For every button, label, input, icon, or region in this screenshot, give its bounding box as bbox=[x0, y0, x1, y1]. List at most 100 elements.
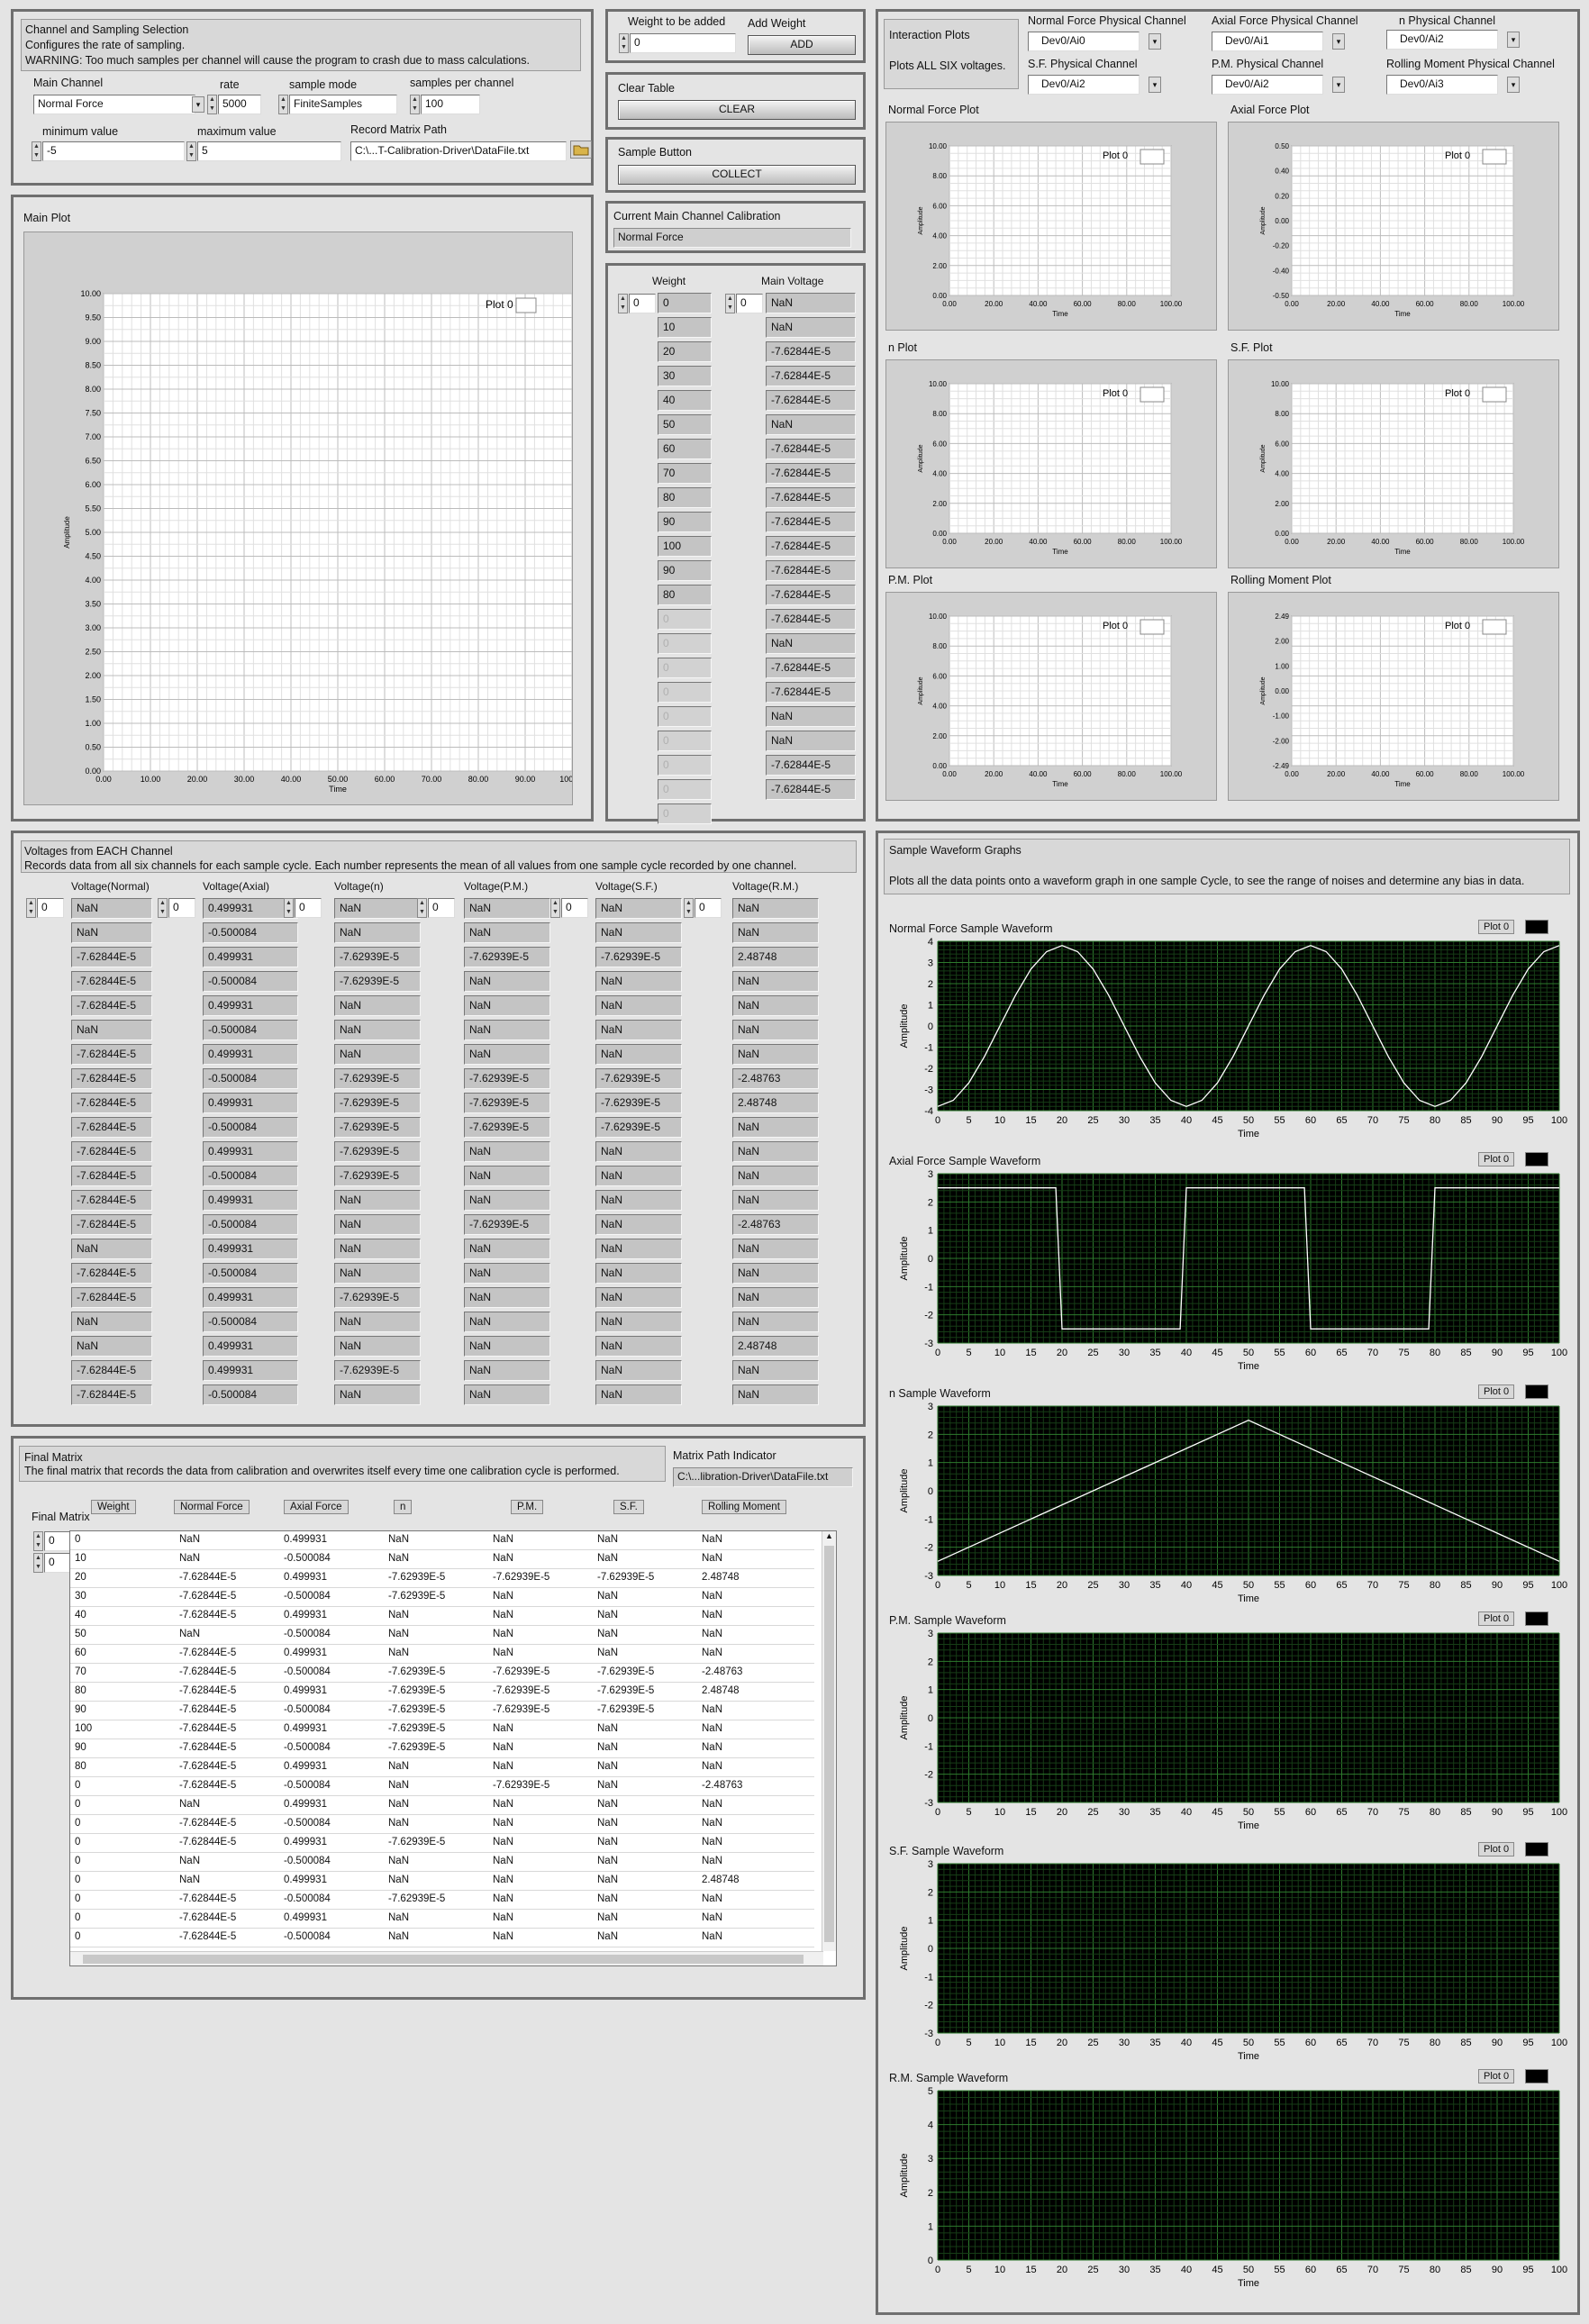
weight-cell[interactable]: 50 bbox=[658, 414, 712, 435]
sf-channel-dropdown-icon[interactable]: ▾ bbox=[1149, 77, 1161, 93]
weight-cell[interactable]: 30 bbox=[658, 366, 712, 386]
n-channel-select[interactable]: Dev0/Ai2 bbox=[1386, 30, 1498, 50]
weight-cell[interactable]: 60 bbox=[658, 439, 712, 459]
weight-cell[interactable]: 0 bbox=[658, 779, 712, 800]
mini-plot-legend[interactable]: Plot 0 bbox=[1445, 621, 1470, 631]
waveform-legend[interactable]: Plot 0 bbox=[1478, 1384, 1515, 1399]
weight-cell[interactable]: 0 bbox=[658, 658, 712, 678]
voltage-index-spinner-icon[interactable]: ▲ ▼ bbox=[550, 898, 560, 918]
sample-mode-spinner-icon[interactable]: ▲ ▼ bbox=[278, 95, 288, 114]
nf-channel-dropdown-icon[interactable]: ▾ bbox=[1149, 33, 1161, 50]
legend-swatch-icon[interactable] bbox=[1525, 1152, 1548, 1167]
waveform-legend[interactable]: Plot 0 bbox=[1478, 1842, 1515, 1856]
table-row[interactable]: 10 NaN -0.500084 NaN NaN NaN NaN bbox=[70, 1550, 814, 1569]
table-row[interactable]: 0 NaN 0.499931 NaN NaN NaN NaN bbox=[70, 1796, 814, 1815]
min-spinner-icon[interactable]: ▲ ▼ bbox=[32, 141, 41, 161]
main-channel-dropdown-icon[interactable]: ▾ bbox=[192, 96, 204, 113]
legend-swatch-icon[interactable] bbox=[1525, 1842, 1548, 1856]
weight-cell[interactable]: 40 bbox=[658, 390, 712, 411]
matrix-row-spinner-icon[interactable]: ▲ ▼ bbox=[33, 1531, 43, 1551]
voltage-index-spinner-icon[interactable]: ▲ ▼ bbox=[684, 898, 694, 918]
weight-cell[interactable]: 100 bbox=[658, 536, 712, 557]
legend-swatch-icon[interactable] bbox=[1482, 149, 1507, 165]
table-row[interactable]: 90 -7.62844E-5 -0.500084 -7.62939E-5 -7.6293… bbox=[70, 1702, 814, 1720]
matrix-col-spinner-icon[interactable]: ▲ ▼ bbox=[33, 1553, 43, 1573]
samples-spinner-icon[interactable]: ▲ ▼ bbox=[410, 95, 420, 114]
af-channel-select[interactable]: Dev0/Ai1 bbox=[1212, 32, 1323, 51]
legend-swatch-icon[interactable] bbox=[1525, 2069, 1548, 2083]
table-row[interactable]: 0 -7.62844E-5 0.499931 NaN NaN NaN NaN bbox=[70, 1910, 814, 1929]
voltage-index-input[interactable]: 0 bbox=[168, 898, 195, 918]
voltage-index-input[interactable]: 0 bbox=[37, 898, 64, 918]
waveform-legend[interactable]: Plot 0 bbox=[1478, 2069, 1515, 2083]
min-input[interactable]: -5 bbox=[42, 141, 185, 161]
max-input[interactable]: 5 bbox=[197, 141, 341, 161]
max-spinner-icon[interactable]: ▲ ▼ bbox=[186, 141, 196, 161]
collect-button[interactable]: COLLECT bbox=[618, 165, 856, 185]
legend-swatch-icon[interactable] bbox=[1140, 386, 1165, 403]
scroll-up-icon[interactable]: ▲ bbox=[822, 1531, 836, 1544]
matrix-col-index[interactable]: 0 bbox=[44, 1553, 71, 1573]
weight-spinner-icon[interactable]: ▲ ▼ bbox=[619, 33, 629, 53]
pm-channel-select[interactable]: Dev0/Ai2 bbox=[1212, 75, 1323, 95]
legend-swatch-icon[interactable] bbox=[515, 297, 537, 313]
voltage-index-spinner-icon[interactable]: ▲ ▼ bbox=[158, 898, 168, 918]
table-row[interactable]: 80 -7.62844E-5 0.499931 -7.62939E-5 -7.62939… bbox=[70, 1683, 814, 1702]
af-channel-dropdown-icon[interactable]: ▾ bbox=[1332, 33, 1345, 50]
voltage-index-input[interactable]: 0 bbox=[695, 898, 722, 918]
rate-input[interactable]: 5000 bbox=[218, 95, 261, 114]
matrix-vscroll[interactable]: ▲ bbox=[822, 1531, 836, 1951]
add-button[interactable]: ADD bbox=[748, 35, 856, 55]
table-row[interactable]: 80 -7.62844E-5 0.499931 NaN NaN NaN NaN bbox=[70, 1758, 814, 1777]
rm-channel-select[interactable]: Dev0/Ai3 bbox=[1386, 75, 1498, 95]
table-row[interactable]: 30 -7.62844E-5 -0.500084 -7.62939E-5 NaN NaN N… bbox=[70, 1588, 814, 1607]
weight-cell[interactable]: 0 bbox=[658, 633, 712, 654]
weight-cell[interactable]: 0 bbox=[658, 803, 712, 824]
table-row[interactable]: 90 -7.62844E-5 -0.500084 -7.62939E-5 NaN NaN N… bbox=[70, 1739, 814, 1758]
legend-swatch-icon[interactable] bbox=[1140, 149, 1165, 165]
main-plot-legend[interactable]: Plot 0 bbox=[486, 298, 513, 311]
table-row[interactable]: 0 NaN 0.499931 NaN NaN NaN NaN bbox=[70, 1531, 814, 1550]
table-row[interactable]: 20 -7.62844E-5 0.499931 -7.62939E-5 -7.62939… bbox=[70, 1569, 814, 1588]
weight-index-input[interactable]: 0 bbox=[629, 294, 656, 313]
weight-cell[interactable]: 0 bbox=[658, 731, 712, 751]
table-row[interactable]: 0 NaN -0.500084 NaN NaN NaN NaN bbox=[70, 1853, 814, 1872]
voltage-index-input[interactable]: 0 bbox=[428, 898, 455, 918]
weight-cell[interactable]: 90 bbox=[658, 560, 712, 581]
mini-plot-legend[interactable]: Plot 0 bbox=[1103, 388, 1128, 399]
legend-swatch-icon[interactable] bbox=[1140, 619, 1165, 635]
table-row[interactable]: 0 -7.62844E-5 -0.500084 NaN -7.62939E-5 NaN -2… bbox=[70, 1777, 814, 1796]
legend-swatch-icon[interactable] bbox=[1525, 1611, 1548, 1626]
mini-plot-legend[interactable]: Plot 0 bbox=[1445, 388, 1470, 399]
weight-cell[interactable]: 70 bbox=[658, 463, 712, 484]
samples-input[interactable]: 100 bbox=[421, 95, 480, 114]
final-matrix-table[interactable]: 0 NaN 0.499931 NaN NaN NaN NaN 10 NaN -0.500084 Na… bbox=[69, 1530, 837, 1966]
weight-cell[interactable]: 10 bbox=[658, 317, 712, 338]
mini-plot-legend[interactable]: Plot 0 bbox=[1103, 150, 1128, 161]
mini-plot-legend[interactable]: Plot 0 bbox=[1103, 621, 1128, 631]
n-channel-dropdown-icon[interactable]: ▾ bbox=[1507, 32, 1520, 48]
waveform-legend[interactable]: Plot 0 bbox=[1478, 1611, 1515, 1626]
table-row[interactable]: 40 -7.62844E-5 0.499931 NaN NaN NaN NaN bbox=[70, 1607, 814, 1626]
weight-cell[interactable]: 90 bbox=[658, 512, 712, 532]
legend-swatch-icon[interactable] bbox=[1482, 619, 1507, 635]
rate-spinner-icon[interactable]: ▲ ▼ bbox=[207, 95, 217, 114]
table-row[interactable]: 0 -7.62844E-5 -0.500084 NaN NaN NaN NaN bbox=[70, 1929, 814, 1947]
scroll-thumb[interactable] bbox=[824, 1546, 834, 1942]
voltage-index-input[interactable]: 0 bbox=[295, 898, 322, 918]
weight-cell[interactable]: 0 bbox=[658, 682, 712, 703]
voltage-index-spinner-icon[interactable]: ▲ ▼ bbox=[417, 898, 427, 918]
folder-browse-icon[interactable] bbox=[570, 141, 592, 159]
pm-channel-dropdown-icon[interactable]: ▾ bbox=[1332, 77, 1345, 93]
voltage-index-spinner-icon[interactable]: ▲ ▼ bbox=[284, 898, 294, 918]
table-row[interactable]: 70 -7.62844E-5 -0.500084 -7.62939E-5 -7.6293… bbox=[70, 1664, 814, 1683]
path-input[interactable]: C:\...T-Calibration-Driver\DataFile.txt bbox=[350, 141, 567, 161]
voltage-index-spinner-icon[interactable]: ▲ ▼ bbox=[26, 898, 36, 918]
matrix-hscroll[interactable] bbox=[70, 1951, 823, 1965]
clear-button[interactable]: CLEAR bbox=[618, 100, 856, 120]
voltage-index-input[interactable]: 0 bbox=[561, 898, 588, 918]
table-row[interactable]: 100 -7.62844E-5 0.499931 -7.62939E-5 NaN NaN N… bbox=[70, 1720, 814, 1739]
weight-cell[interactable]: 0 bbox=[658, 609, 712, 630]
legend-swatch-icon[interactable] bbox=[1525, 920, 1548, 934]
hscroll-thumb[interactable] bbox=[83, 1955, 804, 1964]
